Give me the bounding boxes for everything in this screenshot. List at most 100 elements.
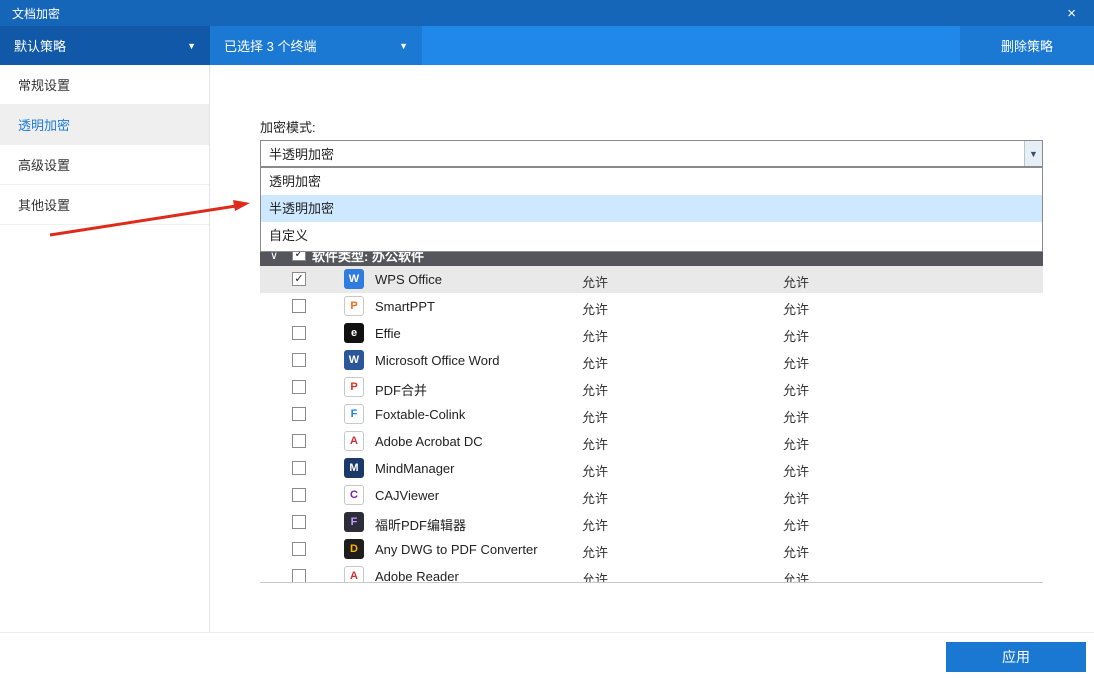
- chevron-down-icon: ▼: [399, 41, 408, 51]
- permission-write: 允许: [783, 299, 809, 318]
- delete-policy-button[interactable]: 删除策略: [960, 26, 1094, 65]
- permission-read: 允许: [582, 272, 608, 291]
- table-row[interactable]: F 福昕PDF编辑器 允许 允许: [260, 509, 1043, 536]
- policy-dropdown-label: 默认策略: [14, 36, 66, 55]
- row-checkbox[interactable]: [292, 461, 306, 475]
- table-row[interactable]: C CAJViewer 允许 允许: [260, 482, 1043, 509]
- permission-read: 允许: [582, 407, 608, 426]
- permission-write: 允许: [783, 569, 809, 583]
- table-row[interactable]: W Microsoft Office Word 允许 允许: [260, 347, 1043, 374]
- permission-read: 允许: [582, 434, 608, 453]
- table-row[interactable]: M MindManager 允许 允许: [260, 455, 1043, 482]
- wps-office-icon: W: [344, 269, 364, 289]
- row-checkbox[interactable]: [292, 380, 306, 394]
- dropdown-option[interactable]: 半透明加密: [261, 195, 1042, 222]
- table-row[interactable]: P SmartPPT 允许 允许: [260, 293, 1043, 320]
- app-name: Microsoft Office Word: [375, 353, 500, 368]
- ms-word-icon: W: [344, 350, 364, 370]
- permission-write: 允许: [783, 272, 809, 291]
- app-name: Any DWG to PDF Converter: [375, 542, 538, 557]
- dropdown-option[interactable]: 透明加密: [261, 168, 1042, 195]
- terminals-dropdown-label: 已选择 3 个终端: [224, 36, 316, 55]
- permission-write: 允许: [783, 407, 809, 426]
- permission-read: 允许: [582, 380, 608, 399]
- row-checkbox[interactable]: [292, 434, 306, 448]
- row-checkbox[interactable]: ✓: [292, 272, 306, 286]
- app-name: Adobe Acrobat DC: [375, 434, 483, 449]
- row-checkbox[interactable]: [292, 515, 306, 529]
- permission-read: 允许: [582, 488, 608, 507]
- row-checkbox[interactable]: [292, 353, 306, 367]
- app-name: 福昕PDF编辑器: [375, 515, 466, 534]
- table-row[interactable]: ✓ W WPS Office 允许 允许: [260, 266, 1043, 293]
- terminals-dropdown[interactable]: 已选择 3 个终端 ▼: [210, 26, 422, 65]
- foxit-pdf-editor-icon: F: [344, 512, 364, 532]
- table-row[interactable]: A Adobe Reader 允许 允许: [260, 563, 1043, 583]
- cajviewer-icon: C: [344, 485, 364, 505]
- permission-read: 允许: [582, 461, 608, 480]
- permission-read: 允许: [582, 326, 608, 345]
- encrypt-mode-dropdown-list: 透明加密半透明加密自定义: [260, 167, 1043, 252]
- encrypt-mode-label: 加密模式:: [260, 117, 316, 136]
- footer-divider: [0, 632, 1094, 633]
- apply-button[interactable]: 应用: [946, 642, 1086, 672]
- app-name: Foxtable-Colink: [375, 407, 465, 422]
- adobe-acrobat-icon: A: [344, 431, 364, 451]
- permission-write: 允许: [783, 326, 809, 345]
- permission-read: 允许: [582, 515, 608, 534]
- window-title: 文档加密: [12, 5, 60, 22]
- policy-dropdown[interactable]: 默认策略 ▼: [0, 26, 210, 65]
- permission-write: 允许: [783, 461, 809, 480]
- adobe-reader-icon: A: [344, 566, 364, 583]
- row-checkbox[interactable]: [292, 407, 306, 421]
- app-name: CAJViewer: [375, 488, 439, 503]
- mindmanager-icon: M: [344, 458, 364, 478]
- permission-read: 允许: [582, 353, 608, 372]
- table-row[interactable]: A Adobe Acrobat DC 允许 允许: [260, 428, 1043, 455]
- encrypt-mode-combobox[interactable]: 半透明加密 ▼: [260, 140, 1043, 167]
- app-name: SmartPPT: [375, 299, 435, 314]
- chevron-down-icon: ▼: [187, 41, 196, 51]
- combobox-value: 半透明加密: [269, 144, 334, 163]
- permission-read: 允许: [582, 542, 608, 561]
- dwg-to-pdf-icon: D: [344, 539, 364, 559]
- toolbar: 默认策略 ▼ 已选择 3 个终端 ▼ 删除策略: [0, 26, 1094, 65]
- app-name: Adobe Reader: [375, 569, 459, 583]
- pdf-merge-icon: P: [344, 377, 364, 397]
- sidebar-item-advanced[interactable]: 高级设置: [0, 145, 209, 185]
- table-row[interactable]: F Foxtable-Colink 允许 允许: [260, 401, 1043, 428]
- permission-read: 允许: [582, 569, 608, 583]
- permission-write: 允许: [783, 515, 809, 534]
- permission-write: 允许: [783, 488, 809, 507]
- sidebar-item-transparent-encryption[interactable]: 透明加密: [0, 105, 209, 145]
- row-checkbox[interactable]: [292, 542, 306, 556]
- sidebar-item-other[interactable]: 其他设置: [0, 185, 209, 225]
- foxtable-colink-icon: F: [344, 404, 364, 424]
- sidebar-item-general[interactable]: 常规设置: [0, 65, 209, 105]
- permission-write: 允许: [783, 542, 809, 561]
- permission-write: 允许: [783, 434, 809, 453]
- table-row[interactable]: e Effie 允许 允许: [260, 320, 1043, 347]
- permission-write: 允许: [783, 380, 809, 399]
- dropdown-option[interactable]: 自定义: [261, 222, 1042, 249]
- row-checkbox[interactable]: [292, 299, 306, 313]
- smartppt-icon: P: [344, 296, 364, 316]
- app-name: WPS Office: [375, 272, 442, 287]
- permission-write: 允许: [783, 353, 809, 372]
- title-bar: 文档加密 ×: [0, 0, 1094, 26]
- effie-icon: e: [344, 323, 364, 343]
- software-table: ✓WWPS Office允许允许PSmartPPT允许允许eEffie允许允许W…: [260, 266, 1043, 583]
- table-row[interactable]: D Any DWG to PDF Converter 允许 允许: [260, 536, 1043, 563]
- app-name: Effie: [375, 326, 401, 341]
- table-row[interactable]: P PDF合并 允许 允许: [260, 374, 1043, 401]
- row-checkbox[interactable]: [292, 488, 306, 502]
- app-name: MindManager: [375, 461, 455, 476]
- row-checkbox[interactable]: [292, 569, 306, 583]
- document-encryption-window: 文档加密 × 默认策略 ▼ 已选择 3 个终端 ▼ 删除策略 常规设置 透明加密…: [0, 0, 1094, 678]
- row-checkbox[interactable]: [292, 326, 306, 340]
- permission-read: 允许: [582, 299, 608, 318]
- sidebar: 常规设置 透明加密 高级设置 其他设置: [0, 65, 210, 632]
- combobox-arrow-icon[interactable]: ▼: [1024, 141, 1042, 166]
- close-icon[interactable]: ×: [1061, 5, 1082, 22]
- app-name: PDF合并: [375, 380, 427, 399]
